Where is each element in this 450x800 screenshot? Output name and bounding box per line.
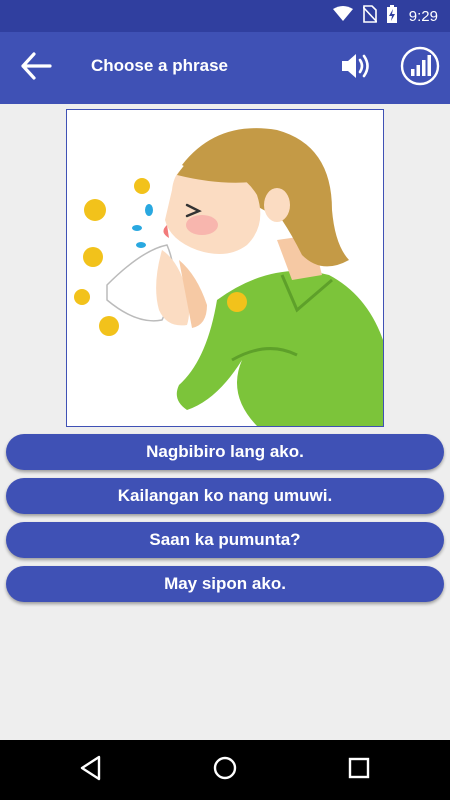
bar-chart-icon [400,46,440,91]
wifi-icon [332,5,353,27]
speaker-icon [340,51,374,86]
nav-recents-button[interactable] [343,754,375,786]
nav-home-button[interactable] [209,754,241,786]
status-bar: 9:29 [0,0,450,32]
phrase-option-button[interactable]: May sipon ako. [6,566,444,602]
status-time: 9:29 [408,7,438,25]
sneezing-woman-illustration [74,128,383,426]
back-arrow-icon [20,51,52,85]
phrase-option-button[interactable]: Kailangan ko nang umuwi. [6,478,444,514]
phrase-option-button[interactable]: Nagbibiro lang ako. [6,434,444,470]
no-sim-icon [362,4,378,28]
recents-square-icon [347,756,371,785]
back-triangle-icon [79,755,103,786]
page-title: Choose a phrase [91,56,228,75]
battery-charging-icon [386,4,397,28]
phrase-option-button[interactable]: Saan ka pumunta? [6,522,444,558]
phrase-options: Nagbibiro lang ako. Kailangan ko nang um… [6,434,444,610]
navigation-bar [0,740,450,800]
app-bar: Choose a phrase [0,32,450,104]
phrase-picture [66,109,384,427]
nav-back-button[interactable] [75,754,107,786]
sound-button[interactable] [337,48,377,88]
back-button[interactable] [16,50,56,86]
status-icons: 9:29 [332,0,438,32]
home-circle-icon [212,755,238,786]
statistics-button[interactable] [398,46,442,90]
